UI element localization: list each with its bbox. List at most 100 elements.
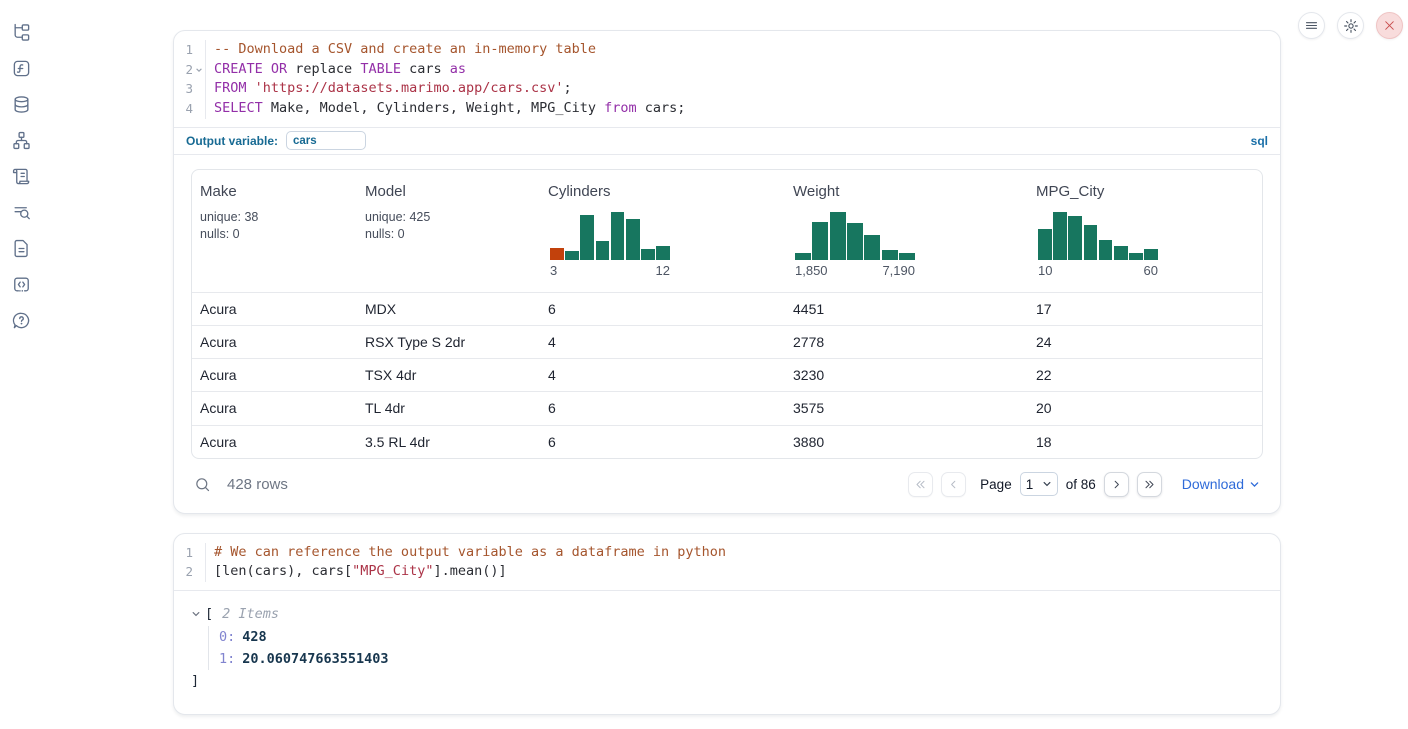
fold-chevron-icon[interactable] <box>195 66 203 74</box>
column-header-model[interactable]: Model unique: 425nulls: 0 <box>357 170 540 292</box>
table-cell: 17 <box>1028 301 1262 317</box>
shutdown-button[interactable] <box>1376 12 1403 39</box>
table-footer: 428 rows Page 1 of 86 <box>191 459 1263 497</box>
tree-entry-value: 428 <box>242 629 266 645</box>
table-cell: TSX 4dr <box>357 367 540 383</box>
column-label[interactable]: Model <box>365 183 532 200</box>
table-cell: MDX <box>357 301 540 317</box>
row-count: 428 rows <box>227 476 288 493</box>
tree-entry: 1: 20.060747663551403 <box>219 648 1263 670</box>
histogram-bar <box>565 251 579 260</box>
code-line[interactable]: FROM 'https://datasets.marimo.app/cars.c… <box>214 79 685 99</box>
column-stats: unique: 425nulls: 0 <box>365 209 532 243</box>
download-button[interactable]: Download <box>1182 476 1260 492</box>
tree-entries: 0:428 1:20.060747663551403 <box>208 626 1263 671</box>
settings-button[interactable] <box>1337 12 1364 39</box>
next-page-button[interactable] <box>1104 472 1129 497</box>
column-label[interactable]: Cylinders <box>548 183 777 200</box>
documentation-icon[interactable] <box>10 237 32 259</box>
python-cell-output: [ 2 Items 0:428 1:20.060747663551403 ] <box>174 590 1280 714</box>
histogram-min-label: 10 <box>1038 263 1052 278</box>
items-count-label: 2 Items <box>222 603 279 625</box>
line-number: 1 <box>174 40 205 60</box>
histogram-max-label: 60 <box>1144 263 1158 278</box>
output-variable-input[interactable] <box>286 131 366 150</box>
histogram-bar <box>1129 253 1143 260</box>
code-line[interactable]: SELECT Make, Model, Cylinders, Weight, M… <box>214 99 685 119</box>
python-code-editor[interactable]: 12 # We can reference the output variabl… <box>174 534 1280 590</box>
histogram-bar <box>611 212 625 260</box>
tree-entry-value: 20.060747663551403 <box>242 651 388 667</box>
histogram-bar <box>847 223 863 259</box>
page-total: of 86 <box>1066 477 1096 492</box>
histogram-bar <box>1114 246 1128 260</box>
histogram-bar <box>1084 225 1098 260</box>
table-cell: Acura <box>192 367 357 383</box>
column-header-weight[interactable]: Weight 1,8507,190 <box>785 170 1028 292</box>
histogram-bar <box>550 248 564 260</box>
output-variable-label: Output variable: <box>186 134 278 148</box>
code-line[interactable]: CREATE OR replace TABLE cars as <box>214 60 685 80</box>
page-select[interactable]: 1 <box>1020 472 1058 496</box>
histogram-min-label: 1,850 <box>795 263 828 278</box>
column-label[interactable]: Make <box>200 183 349 200</box>
code-line[interactable]: # We can reference the output variable a… <box>214 543 726 563</box>
table-cell: 4451 <box>785 301 1028 317</box>
datasources-icon[interactable] <box>10 93 32 115</box>
menu-button[interactable] <box>1298 12 1325 39</box>
line-number: 3 <box>174 79 205 99</box>
line-number: 2 <box>174 60 205 80</box>
code-line[interactable]: -- Download a CSV and create an in-memor… <box>214 40 685 60</box>
column-header-cylinders[interactable]: Cylinders312 <box>540 170 785 292</box>
table-row: AcuraRSX Type S 2dr4277824 <box>192 325 1262 358</box>
table-cell: 24 <box>1028 334 1262 350</box>
logs-icon[interactable] <box>10 165 32 187</box>
search-icon[interactable] <box>194 476 211 493</box>
snippets-icon[interactable] <box>10 273 32 295</box>
python-cell: 12 # We can reference the output variabl… <box>173 533 1281 715</box>
column-stats: unique: 38nulls: 0 <box>200 209 349 243</box>
tracing-icon[interactable] <box>10 201 32 223</box>
last-page-button[interactable] <box>1137 472 1162 497</box>
histogram-bar <box>864 235 880 259</box>
line-number: 1 <box>174 543 205 563</box>
table-row: Acura3.5 RL 4dr6388018 <box>192 425 1262 458</box>
table-row: AcuraMDX6445117 <box>192 292 1262 325</box>
variables-icon[interactable] <box>10 57 32 79</box>
line-number: 2 <box>174 562 205 582</box>
table-cell: 20 <box>1028 400 1262 416</box>
sql-cell-footer: Output variable: sql <box>174 127 1280 155</box>
table-cell: 4 <box>540 334 785 350</box>
table-cell: 4 <box>540 367 785 383</box>
sql-cell: 1234 -- Download a CSV and create an in-… <box>173 30 1281 514</box>
column-label[interactable]: Weight <box>793 183 1020 200</box>
code-line[interactable]: [len(cars), cars["MPG_City"].mean()] <box>214 562 726 582</box>
histogram-bar <box>1068 216 1082 260</box>
tree-entry-key: 1: <box>219 651 235 667</box>
page-select-value: 1 <box>1026 477 1034 492</box>
tree-collapse-icon[interactable] <box>191 609 201 619</box>
first-page-button[interactable] <box>908 472 933 497</box>
table-cell: 3880 <box>785 434 1028 450</box>
column-label[interactable]: MPG_City <box>1036 183 1254 200</box>
column-histogram: 1,8507,190 <box>795 212 915 278</box>
previous-page-button[interactable] <box>941 472 966 497</box>
sql-code-editor[interactable]: 1234 -- Download a CSV and create an in-… <box>174 31 1280 127</box>
download-label: Download <box>1182 476 1244 492</box>
histogram-bar <box>1099 240 1113 260</box>
column-header-mpg_city[interactable]: MPG_City 10 60 <box>1028 170 1262 292</box>
table-body: AcuraMDX6445117AcuraRSX Type S 2dr427782… <box>192 292 1262 458</box>
histogram-bar <box>812 222 828 259</box>
table-cell: 3230 <box>785 367 1028 383</box>
table-cell: 6 <box>540 434 785 450</box>
help-icon[interactable] <box>10 309 32 331</box>
table-cell: TL 4dr <box>357 400 540 416</box>
open-bracket: [ <box>205 603 213 625</box>
file-explorer-icon[interactable] <box>10 21 32 43</box>
histogram-bar <box>596 241 610 260</box>
table-cell: RSX Type S 2dr <box>357 334 540 350</box>
column-header-make[interactable]: Make unique: 38nulls: 0 <box>192 170 357 292</box>
line-number-gutter: 12 <box>174 543 206 582</box>
histogram-bar <box>580 215 594 260</box>
dependencies-icon[interactable] <box>10 129 32 151</box>
